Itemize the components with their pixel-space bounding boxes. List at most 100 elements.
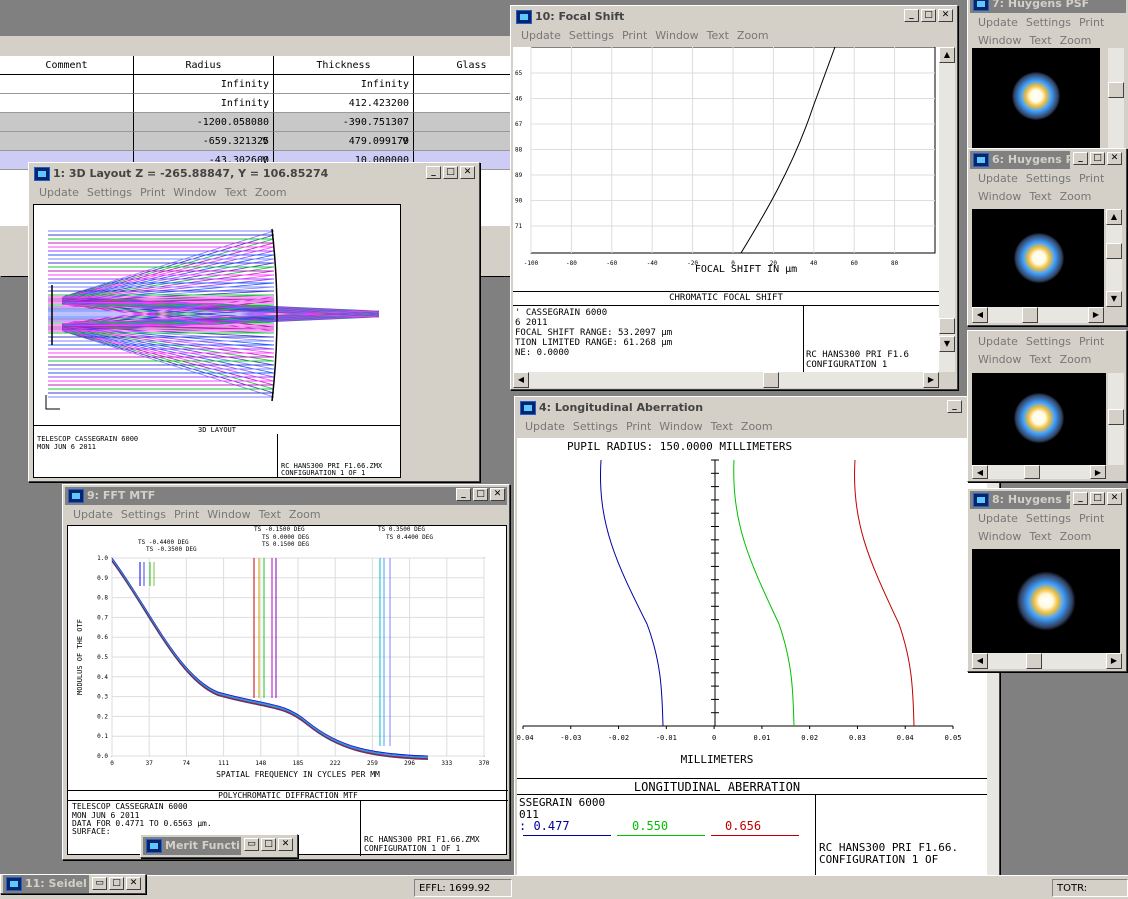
horizontal-scrollbar[interactable]: ◀ ▶	[972, 465, 1106, 479]
menu-update[interactable]: Update	[978, 14, 1018, 32]
menu-print[interactable]: Print	[174, 506, 199, 524]
maximize-button[interactable]: □	[109, 877, 124, 890]
col-comment[interactable]: Comment	[0, 56, 134, 75]
close-button[interactable]: ✕	[1107, 492, 1122, 505]
restore-button[interactable]: ▭	[92, 877, 107, 890]
menu-update[interactable]: Update	[978, 333, 1018, 351]
menu-settings[interactable]: Settings	[569, 27, 614, 45]
menu-zoom[interactable]: Zoom	[1060, 188, 1092, 206]
window-titlebar[interactable]: Merit Functi...	[143, 837, 241, 855]
radius-cell[interactable]: Infinity	[134, 94, 274, 113]
window-titlebar[interactable]: 8: Huygens PS...	[970, 491, 1070, 509]
menu-print[interactable]: Print	[1079, 170, 1104, 188]
close-button[interactable]: ✕	[938, 9, 953, 22]
thickness-variable-flag[interactable]: V	[402, 136, 408, 147]
thickness-cell[interactable]: -390.751307	[274, 113, 414, 132]
vertical-scrollbar[interactable]	[1108, 48, 1124, 148]
maximize-button[interactable]: □	[1090, 152, 1105, 165]
menu-zoom[interactable]: Zoom	[741, 418, 773, 436]
menu-print[interactable]: Print	[1079, 14, 1104, 32]
close-button[interactable]: ✕	[126, 877, 141, 890]
menu-window[interactable]: Window	[173, 184, 216, 202]
minimize-button[interactable]: _	[904, 9, 919, 22]
seidel-window[interactable]: 11: Seidel Co... ▭ □ ✕	[0, 874, 146, 894]
menu-settings[interactable]: Settings	[1026, 333, 1071, 351]
huygens-psf-window-8[interactable]: 8: Huygens PS... _ □ ✕ Update Settings Pri…	[967, 488, 1127, 672]
menu-zoom[interactable]: Zoom	[1060, 528, 1092, 546]
huygens-psf-window-6[interactable]: 6: Huygens PSF _ □ ✕ Update Settings Print…	[967, 148, 1127, 326]
menu-print[interactable]: Print	[1079, 333, 1104, 351]
horizontal-scrollbar[interactable]: ◀ ▶	[972, 653, 1122, 669]
maximize-button[interactable]: □	[921, 9, 936, 22]
menu-settings[interactable]: Settings	[1026, 510, 1071, 528]
minimize-button[interactable]: _	[1073, 152, 1088, 165]
huygens-psf-window-7[interactable]: 7: Huygens PSF Update Settings PrintWindow…	[967, 0, 1128, 156]
radius-variable-flag[interactable]: V	[262, 155, 268, 166]
window-titlebar[interactable]: 6: Huygens PSF	[970, 151, 1070, 169]
close-button[interactable]: ✕	[1107, 152, 1122, 165]
comment-cell[interactable]	[0, 132, 134, 151]
maximize-button[interactable]: □	[473, 488, 488, 501]
menu-window[interactable]: Window	[659, 418, 702, 436]
comment-cell[interactable]	[0, 113, 134, 132]
close-button[interactable]: ✕	[490, 488, 505, 501]
window-titlebar[interactable]: 9: FFT MTF	[65, 487, 507, 505]
radius-cell[interactable]: -1200.058080	[134, 113, 274, 132]
radius-cell[interactable]: Infinity	[134, 75, 274, 94]
col-radius[interactable]: Radius	[134, 56, 274, 75]
close-button[interactable]: ✕	[460, 166, 475, 179]
menu-settings[interactable]: Settings	[121, 506, 166, 524]
layout-3d-window[interactable]: 1: 3D Layout Z = -265.88847, Y = 106.852…	[28, 162, 480, 482]
menu-zoom[interactable]: Zoom	[289, 506, 321, 524]
menu-settings[interactable]: Settings	[573, 418, 618, 436]
menu-zoom[interactable]: Zoom	[1060, 351, 1092, 369]
radius-variable-flag[interactable]: V	[262, 136, 268, 147]
maximize-button[interactable]: □	[261, 838, 276, 851]
focal-shift-window[interactable]: 10: Focal Shift _ □ ✕ Update Settings Prin…	[510, 5, 958, 390]
horizontal-scrollbar[interactable]: ◀ ▶	[513, 372, 939, 388]
menu-window[interactable]: Window	[978, 351, 1021, 369]
window-titlebar[interactable]: 1: 3D Layout Z = -265.88847, Y = 106.852…	[31, 165, 477, 183]
menu-text[interactable]: Text	[1029, 188, 1051, 206]
window-titlebar[interactable]: 11: Seidel Co...	[3, 875, 89, 893]
menu-text[interactable]: Text	[1029, 351, 1051, 369]
menu-print[interactable]: Print	[626, 418, 651, 436]
radius-cell[interactable]: -659.321325	[134, 132, 274, 151]
menu-print[interactable]: Print	[140, 184, 165, 202]
comment-cell[interactable]	[0, 75, 134, 94]
window-titlebar[interactable]: 7: Huygens PSF	[970, 0, 1126, 13]
menu-text[interactable]: Text	[707, 27, 729, 45]
minimize-button[interactable]: _	[1073, 492, 1088, 505]
menu-settings[interactable]: Settings	[87, 184, 132, 202]
thickness-cell[interactable]: 412.423200	[274, 94, 414, 113]
window-titlebar[interactable]: 10: Focal Shift	[513, 8, 955, 26]
menu-update[interactable]: Update	[39, 184, 79, 202]
menu-zoom[interactable]: Zoom	[255, 184, 287, 202]
menu-window[interactable]: Window	[655, 27, 698, 45]
vertical-scrollbar[interactable]: ▲ ▼	[1106, 209, 1122, 307]
minimize-button[interactable]: _	[947, 400, 962, 413]
close-button[interactable]: ✕	[278, 838, 293, 851]
horizontal-scrollbar[interactable]: ◀ ▶	[972, 307, 1104, 323]
vertical-scrollbar[interactable]	[1108, 373, 1124, 465]
menu-update[interactable]: Update	[521, 27, 561, 45]
menu-update[interactable]: Update	[978, 510, 1018, 528]
merit-function-window[interactable]: Merit Functi... ▭ □ ✕	[140, 834, 298, 858]
menu-text[interactable]: Text	[1029, 528, 1051, 546]
menu-text[interactable]: Text	[711, 418, 733, 436]
maximize-button[interactable]: □	[1090, 492, 1105, 505]
fft-mtf-window[interactable]: 9: FFT MTF _ □ ✕ Update Settings Print Wind…	[62, 484, 510, 860]
vertical-scrollbar[interactable]: ▲ ▼	[939, 47, 955, 372]
longitudinal-aberration-window[interactable]: 4: Longitudinal Aberration _ Update Setti…	[514, 396, 1000, 899]
menu-print[interactable]: Print	[622, 27, 647, 45]
thickness-cell[interactable]: 479.099179	[274, 132, 414, 151]
menu-text[interactable]: Text	[259, 506, 281, 524]
menu-window[interactable]: Window	[978, 528, 1021, 546]
menu-window[interactable]: Window	[207, 506, 250, 524]
thickness-cell[interactable]: Infinity	[274, 75, 414, 94]
minimize-button[interactable]: _	[456, 488, 471, 501]
window-titlebar[interactable]: 4: Longitudinal Aberration	[517, 399, 997, 417]
menu-zoom[interactable]: Zoom	[737, 27, 769, 45]
menu-settings[interactable]: Settings	[1026, 14, 1071, 32]
menu-update[interactable]: Update	[525, 418, 565, 436]
